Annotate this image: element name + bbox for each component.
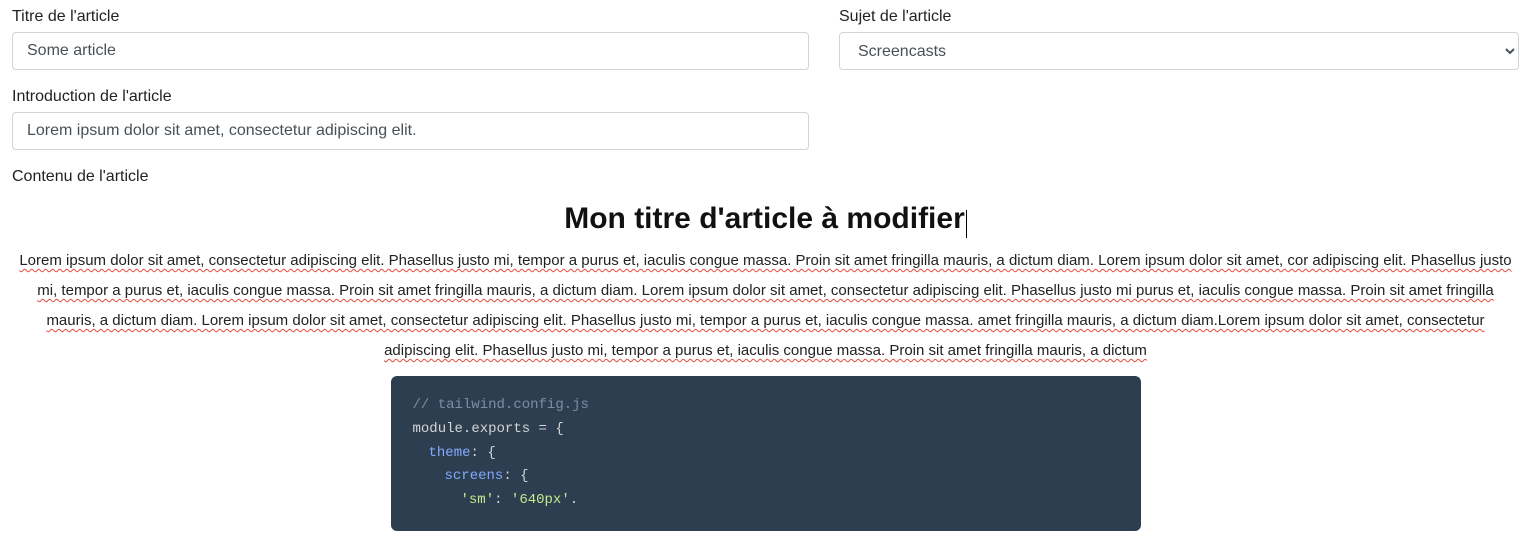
article-heading[interactable]: Mon titre d'article à modifier	[564, 202, 965, 236]
intro-input[interactable]	[12, 112, 809, 150]
intro-label: Introduction de l'article	[12, 88, 809, 106]
intro-field-group: Introduction de l'article	[12, 88, 809, 150]
subject-select[interactable]: Screencasts	[839, 32, 1519, 70]
code-comment: // tailwind.config.js	[413, 397, 589, 413]
subject-label: Sujet de l'article	[839, 8, 1519, 26]
text-cursor	[966, 210, 967, 238]
subject-field-group: Sujet de l'article Screencasts	[839, 8, 1519, 70]
article-editor[interactable]: Mon titre d'article à modifier Lorem ips…	[12, 196, 1519, 531]
article-body[interactable]: Lorem ipsum dolor sit amet, consectetur …	[12, 246, 1519, 366]
title-label: Titre de l'article	[12, 8, 809, 26]
title-input[interactable]	[12, 32, 809, 70]
content-label: Contenu de l'article	[12, 168, 1519, 186]
title-field-group: Titre de l'article	[12, 8, 809, 70]
code-block[interactable]: // tailwind.config.js module.exports = {…	[391, 376, 1141, 531]
